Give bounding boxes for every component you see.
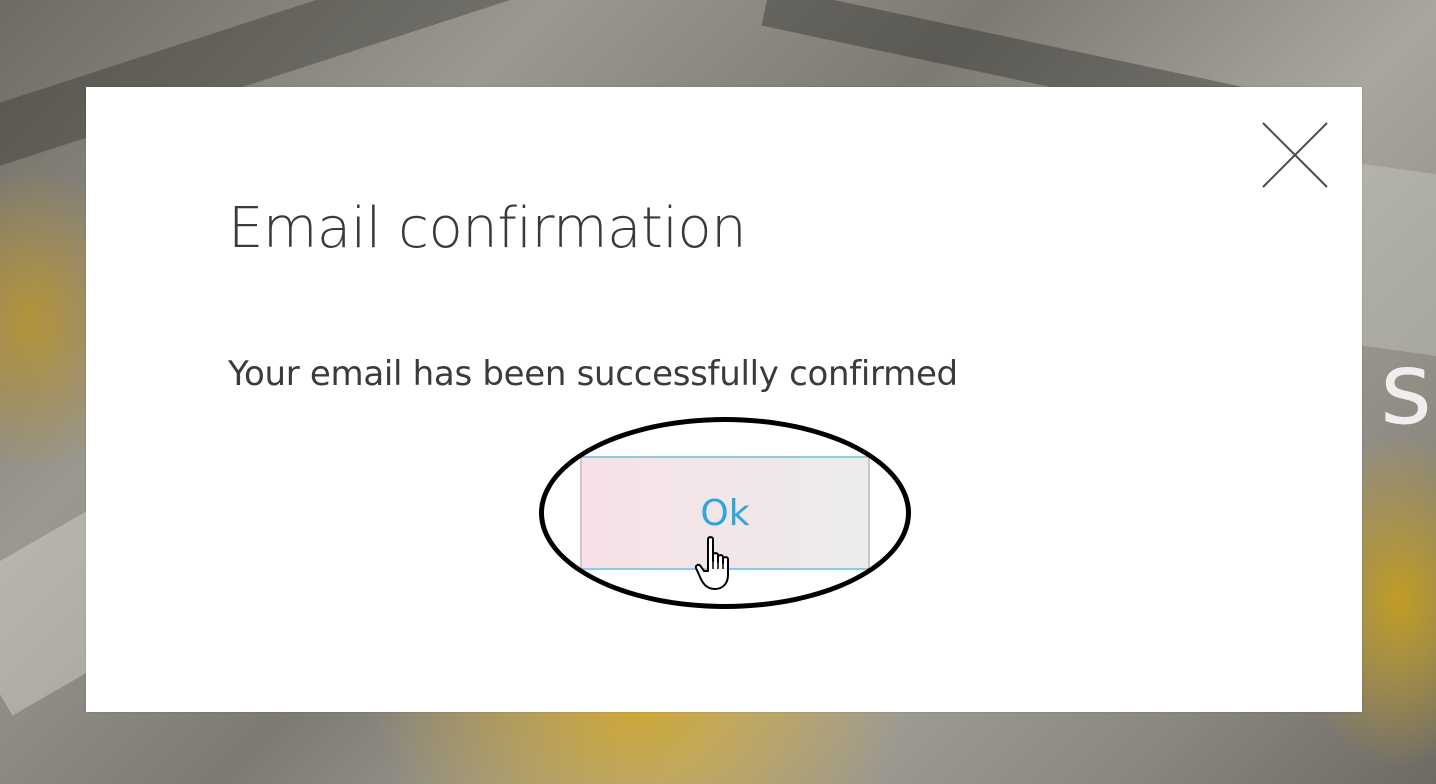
background-partial-text: sf xyxy=(1380,330,1436,447)
ok-button[interactable]: Ok xyxy=(580,456,870,570)
ok-button-label: Ok xyxy=(700,492,750,534)
confirmation-message: Your email has been successfully confirm… xyxy=(228,354,958,394)
dialog-title: Email confirmation xyxy=(228,196,747,261)
email-confirmation-dialog: Email confirmation Your email has been s… xyxy=(86,87,1362,712)
close-icon xyxy=(1262,122,1328,188)
close-button[interactable] xyxy=(1260,120,1330,190)
